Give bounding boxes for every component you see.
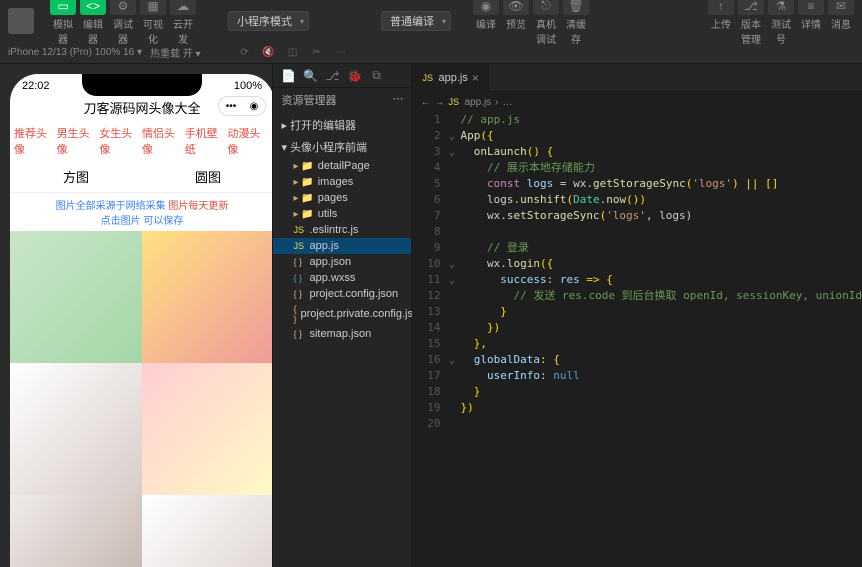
cat-tab-0[interactable]: 推荐头像	[14, 125, 57, 157]
code-editor[interactable]: 1234567891011121314151617181920 ⌄⌄ ⌄⌄ ⌄ …	[412, 112, 862, 567]
cat-tab-5[interactable]: 动漫头像	[227, 125, 270, 157]
avatar[interactable]	[8, 8, 34, 34]
phone-time: 22:02	[22, 80, 50, 92]
detail-button[interactable]: ≡	[798, 0, 824, 15]
preview-label: 预览	[503, 16, 529, 46]
explorer-title: 资源管理器	[281, 92, 336, 108]
tab-square[interactable]: 方图	[10, 161, 142, 192]
cat-tab-3[interactable]: 情侣头像	[142, 125, 185, 157]
phone-capsule[interactable]: •••◉	[218, 96, 266, 116]
bug-icon[interactable]: 🐞	[347, 69, 361, 83]
notice-label: 消息	[828, 16, 854, 46]
file-projectprivate[interactable]: { }project.private.config.js...	[273, 302, 411, 326]
simulator-panel: 22:02 100% 刀客源码网头像大全 •••◉ 推荐头像 男生头像 女生头像…	[0, 64, 272, 567]
clear-label: 清缓存	[563, 16, 589, 46]
simulator-label: 模拟器	[50, 16, 76, 46]
test-label: 测试号	[768, 16, 794, 46]
phone-battery: 100%	[234, 80, 262, 92]
notice-button[interactable]: ✉	[828, 0, 854, 15]
sim-shot-icon[interactable]: ◫	[285, 45, 301, 61]
explorer-panel: 📄 🔍 ⎇ 🐞 ⧉ 资源管理器 ⋯ ▸ 打开的编辑器 ▾ 头像小程序前端 ▸ 📁…	[272, 64, 412, 567]
sim-more-icon[interactable]: ⋯	[333, 45, 349, 61]
simulator-toggle[interactable]: ▭	[50, 0, 76, 15]
file-projectconfig[interactable]: { }project.config.json	[273, 286, 411, 302]
breadcrumb: ←→ JS app.js ›…	[412, 92, 862, 112]
visualize-toggle[interactable]: ▦	[140, 0, 166, 15]
test-button[interactable]: ⚗	[768, 0, 794, 15]
phone-frame: 22:02 100% 刀客源码网头像大全 •••◉ 推荐头像 男生头像 女生头像…	[10, 74, 272, 567]
version-button[interactable]: ⎇	[738, 0, 764, 15]
debugger-toggle[interactable]: ⚙	[110, 0, 136, 15]
compile-dropdown[interactable]: 普通编译	[381, 11, 451, 31]
sim-mute-icon[interactable]: 🔇	[261, 45, 277, 61]
upload-label: 上传	[708, 16, 734, 46]
project-root[interactable]: ▾ 头像小程序前端	[273, 136, 411, 158]
ext-icon[interactable]: ⧉	[369, 69, 383, 83]
hint-text-2a: 点击图片	[101, 216, 141, 227]
file-appjs[interactable]: JSapp.js	[273, 238, 411, 254]
sim-rotate-icon[interactable]: ⟳	[237, 45, 253, 61]
grid-image[interactable]	[10, 363, 142, 495]
device-selector[interactable]: iPhone 12/13 (Pro) 100% 16 ▾	[8, 47, 142, 58]
editor-tab-appjs[interactable]: JS app.js ×	[412, 64, 488, 92]
editor-label: 编辑器	[80, 16, 106, 46]
folder-pages[interactable]: ▸ 📁pages	[273, 190, 411, 206]
file-sitemap[interactable]: { }sitemap.json	[273, 326, 411, 342]
image-grid	[10, 231, 272, 567]
file-appjson[interactable]: { }app.json	[273, 254, 411, 270]
grid-image[interactable]	[142, 231, 272, 363]
open-editors-section[interactable]: ▸ 打开的编辑器	[273, 114, 411, 136]
folder-detailpage[interactable]: ▸ 📁detailPage	[273, 158, 411, 174]
folder-images[interactable]: ▸ 📁images	[273, 174, 411, 190]
tab-round[interactable]: 圆图	[142, 161, 272, 192]
hint-text-1: 图片全部采源于网络采集	[56, 201, 166, 212]
search-icon[interactable]: 🔍	[303, 69, 317, 83]
breadcrumb-icon: JS	[448, 97, 460, 107]
editor-toggle[interactable]: <>	[80, 0, 106, 15]
debugger-label: 调试器	[110, 16, 136, 46]
hot-reload-toggle[interactable]: 热重载 开 ▾	[150, 45, 201, 60]
file-eslintrc[interactable]: JS.eslintrc.js	[273, 222, 411, 238]
visualize-label: 可视化	[140, 16, 166, 46]
category-tabs: 推荐头像 男生头像 女生头像 情侣头像 手机壁纸 动漫头像	[10, 121, 272, 161]
explorer-more-icon[interactable]: ⋯	[392, 92, 403, 108]
file-appwxss[interactable]: { }app.wxss	[273, 270, 411, 286]
breadcrumb-file[interactable]: app.js	[464, 97, 491, 108]
compile-button[interactable]: ◉	[473, 0, 499, 15]
detail-label: 详情	[798, 16, 824, 46]
top-toolbar: ▭ <> ⚙ ▦ ☁ 模拟器 编辑器 调试器 可视化 云开发 小程序模式 普通编…	[0, 0, 862, 42]
grid-image[interactable]	[142, 363, 272, 495]
cat-tab-2[interactable]: 女生头像	[99, 125, 142, 157]
main-area: 22:02 100% 刀客源码网头像大全 •••◉ 推荐头像 男生头像 女生头像…	[0, 64, 862, 567]
hint-text-1b: 图片每天更新	[168, 201, 228, 212]
clear-cache-button[interactable]: 🗑	[563, 0, 589, 15]
grid-image[interactable]	[10, 495, 142, 567]
phone-notch	[82, 74, 202, 96]
version-label: 版本管理	[738, 16, 764, 46]
preview-button[interactable]: 👁	[503, 0, 529, 15]
cat-tab-4[interactable]: 手机壁纸	[185, 125, 228, 157]
hint-text-2b: 可以保存	[143, 216, 183, 227]
close-tab-icon[interactable]: ×	[472, 71, 479, 85]
sim-cut-icon[interactable]: ✂	[309, 45, 325, 61]
real-debug-button[interactable]: ⎋	[533, 0, 559, 15]
mode-dropdown[interactable]: 小程序模式	[228, 11, 309, 31]
grid-image[interactable]	[10, 231, 142, 363]
page-title: 刀客源码网头像大全	[83, 101, 200, 116]
cloud-toggle[interactable]: ☁	[170, 0, 196, 15]
cat-tab-1[interactable]: 男生头像	[57, 125, 100, 157]
branch-icon[interactable]: ⎇	[325, 69, 339, 83]
realdebug-label: 真机调试	[533, 16, 559, 46]
editor-panel: JS app.js × ←→ JS app.js ›… 123456789101…	[412, 64, 862, 567]
files-icon[interactable]: 📄	[281, 69, 295, 83]
compile-label: 编译	[473, 16, 499, 46]
cloud-label: 云开发	[170, 16, 196, 46]
upload-button[interactable]: ↑	[708, 0, 734, 15]
grid-image[interactable]	[142, 495, 272, 567]
folder-utils[interactable]: ▸ 📁utils	[273, 206, 411, 222]
